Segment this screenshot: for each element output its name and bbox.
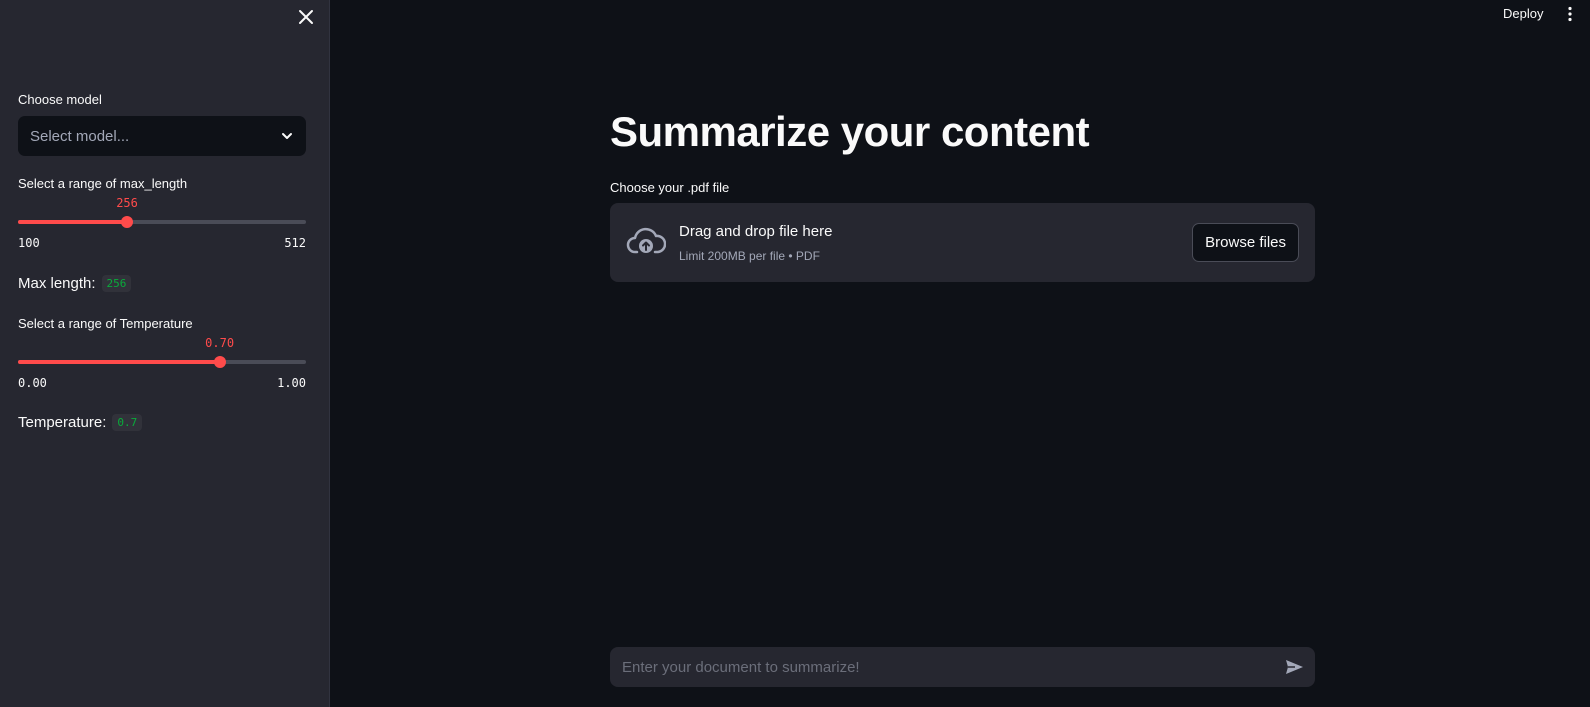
max-length-metric-value: 256: [101, 275, 132, 292]
temperature-metric: Temperature: 0.7: [18, 414, 143, 431]
max-length-metric: Max length: 256: [18, 275, 132, 292]
slider-max-label: 1.00: [277, 376, 306, 390]
slider-fill: [18, 360, 220, 364]
slider-current-value: 0.70: [205, 336, 235, 350]
temperature-slider[interactable]: 0.70 0.00 1.00: [18, 336, 306, 390]
max-length-slider[interactable]: 256 100 512: [18, 196, 306, 250]
chat-input[interactable]: [620, 657, 1283, 677]
send-icon[interactable]: [1283, 656, 1305, 678]
slider-fill: [18, 220, 128, 224]
slider-min-label: 100: [18, 236, 40, 250]
slider-current-value: 256: [116, 196, 138, 210]
max-length-metric-label: Max length:: [18, 275, 96, 292]
slider-min-label: 0.00: [18, 376, 47, 390]
temperature-metric-label: Temperature:: [18, 414, 107, 431]
page-title: Summarize your content: [610, 108, 1090, 155]
model-select-label: Choose model: [18, 92, 102, 107]
dropzone-instructions: Drag and drop file here: [679, 223, 833, 240]
chat-input-bar: [610, 647, 1315, 687]
cloud-upload-icon: [626, 227, 666, 254]
file-uploader-label: Choose your .pdf file: [610, 180, 730, 195]
dropzone-limit-text: Limit 200MB per file • PDF: [679, 249, 820, 263]
vertical-dots-icon[interactable]: [1566, 6, 1574, 22]
slider-max-label: 512: [284, 236, 306, 250]
close-icon[interactable]: [297, 8, 315, 26]
file-dropzone[interactable]: Drag and drop file here Limit 200MB per …: [610, 203, 1315, 282]
model-select-placeholder: Select model...: [30, 127, 130, 145]
deploy-button[interactable]: Deploy: [1503, 6, 1543, 21]
temperature-slider-label: Select a range of Temperature: [18, 316, 193, 331]
sidebar: Choose model Select model... Select a ra…: [0, 0, 330, 707]
temperature-metric-value: 0.7: [112, 414, 143, 431]
max-length-slider-label: Select a range of max_length: [18, 176, 188, 191]
chevron-down-icon: [282, 133, 292, 139]
browse-files-button[interactable]: Browse files: [1192, 223, 1299, 262]
slider-thumb[interactable]: [213, 356, 226, 368]
model-select[interactable]: Select model...: [18, 116, 306, 156]
slider-thumb[interactable]: [121, 216, 134, 228]
